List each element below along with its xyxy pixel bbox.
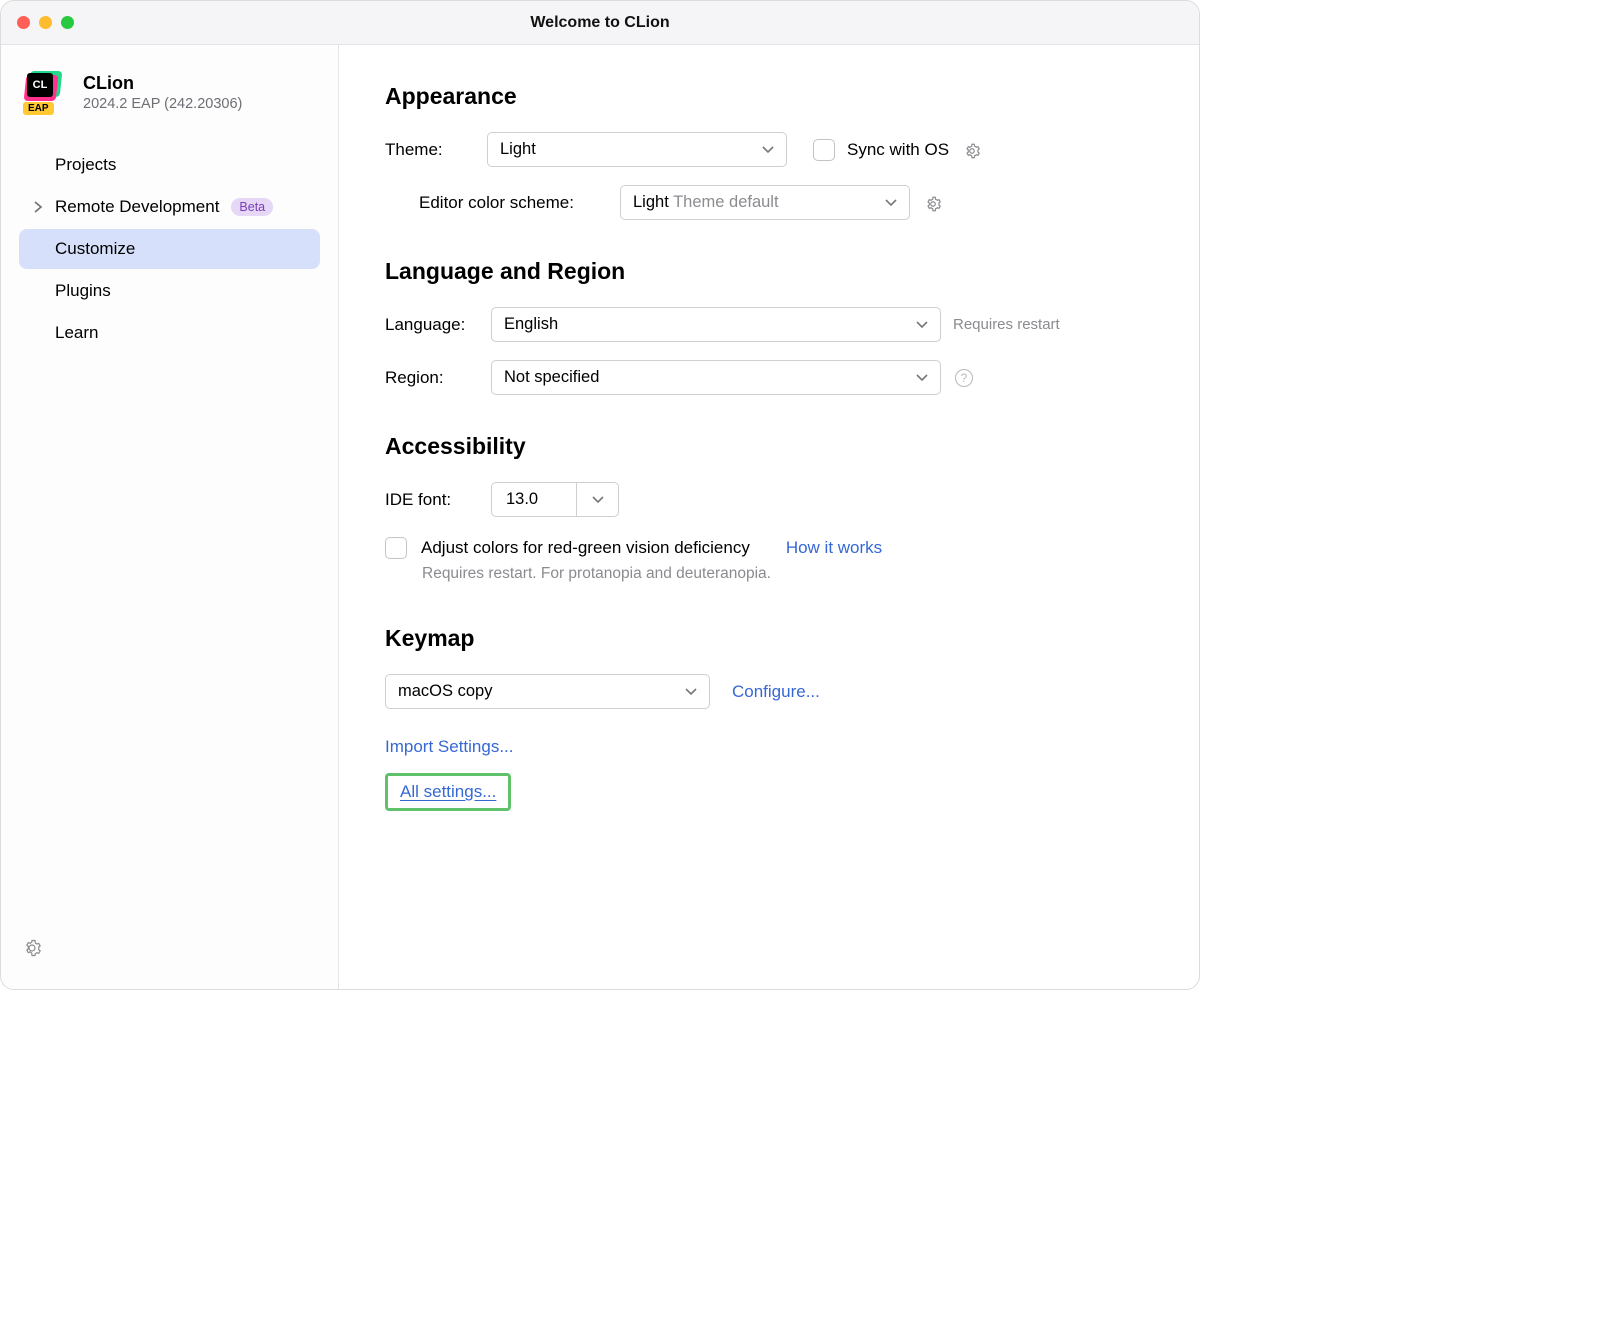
window-title: Welcome to CLion	[530, 14, 669, 32]
minimize-button[interactable]	[39, 16, 52, 29]
close-button[interactable]	[17, 16, 30, 29]
language-value: English	[504, 315, 558, 334]
region-label: Region:	[385, 368, 491, 388]
ide-font-spinner[interactable]: 13.0	[491, 482, 619, 517]
language-heading: Language and Region	[385, 258, 1153, 285]
chevron-down-icon	[685, 688, 697, 696]
keymap-row: macOS copy Configure...	[385, 674, 1153, 709]
theme-select[interactable]: Light	[487, 132, 787, 167]
ide-font-row: IDE font: 13.0	[385, 482, 1153, 517]
chevron-right-icon	[33, 201, 49, 213]
editor-scheme-gear-icon[interactable]	[924, 194, 942, 212]
sidebar: CL EAP CLion 2024.2 EAP (242.20306) Proj…	[1, 45, 339, 989]
welcome-window: Welcome to CLion CL EAP CLion 2024.2 EAP…	[0, 0, 1200, 990]
brand: CL EAP CLion 2024.2 EAP (242.20306)	[1, 69, 338, 133]
language-label: Language:	[385, 315, 491, 335]
sidebar-item-label: Customize	[55, 239, 135, 259]
ide-font-value: 13.0	[492, 483, 576, 516]
theme-value: Light	[500, 140, 536, 159]
keymap-value: macOS copy	[398, 682, 492, 701]
adjust-colors-label: Adjust colors for red-green vision defic…	[421, 538, 750, 558]
theme-label: Theme:	[385, 140, 487, 160]
keymap-select[interactable]: macOS copy	[385, 674, 710, 709]
adjust-colors-note: Requires restart. For protanopia and deu…	[422, 565, 1153, 583]
theme-row: Theme: Light Sync with OS	[385, 132, 1153, 167]
sync-gear-icon[interactable]	[963, 141, 981, 159]
appearance-heading: Appearance	[385, 83, 1153, 110]
help-icon[interactable]: ?	[955, 369, 973, 387]
region-row: Region: Not specified ?	[385, 360, 1153, 395]
editor-scheme-label: Editor color scheme:	[385, 193, 620, 213]
all-settings-link[interactable]: All settings...	[400, 782, 496, 801]
logo-text: CL	[27, 73, 53, 97]
region-select[interactable]: Not specified	[491, 360, 941, 395]
sidebar-item-customize[interactable]: Customize	[19, 229, 320, 269]
clion-logo-icon: CL EAP	[23, 69, 69, 115]
sidebar-item-learn[interactable]: Learn	[19, 313, 320, 353]
keymap-configure-link[interactable]: Configure...	[732, 682, 820, 702]
import-settings-row: Import Settings...	[385, 737, 1153, 757]
sidebar-item-label: Plugins	[55, 281, 111, 301]
zoom-button[interactable]	[61, 16, 74, 29]
app-version: 2024.2 EAP (242.20306)	[83, 96, 242, 112]
ide-font-label: IDE font:	[385, 490, 491, 510]
accessibility-heading: Accessibility	[385, 433, 1153, 460]
editor-scheme-select[interactable]: Light Theme default	[620, 185, 910, 220]
sidebar-item-label: Learn	[55, 323, 98, 343]
sidebar-nav: Projects Remote Development Beta Customi…	[1, 145, 338, 353]
sidebar-item-label: Projects	[55, 155, 116, 175]
sidebar-item-label: Remote Development	[55, 197, 219, 217]
import-settings-link[interactable]: Import Settings...	[385, 737, 514, 756]
region-value: Not specified	[504, 368, 599, 387]
window-body: CL EAP CLion 2024.2 EAP (242.20306) Proj…	[1, 45, 1199, 989]
adjust-colors-checkbox[interactable]	[385, 537, 407, 559]
gear-icon[interactable]	[23, 938, 41, 956]
sidebar-footer	[1, 938, 338, 977]
adjust-colors-row: Adjust colors for red-green vision defic…	[385, 537, 1153, 559]
chevron-down-icon	[916, 374, 928, 382]
language-select[interactable]: English	[491, 307, 941, 342]
window-controls	[17, 16, 74, 29]
sidebar-item-projects[interactable]: Projects	[19, 145, 320, 185]
sidebar-item-plugins[interactable]: Plugins	[19, 271, 320, 311]
brand-text: CLion 2024.2 EAP (242.20306)	[83, 73, 242, 112]
chevron-down-icon	[885, 199, 897, 207]
beta-badge: Beta	[231, 198, 273, 216]
keymap-heading: Keymap	[385, 625, 1153, 652]
ide-font-step-button[interactable]	[576, 483, 618, 516]
main-panel: Appearance Theme: Light Sync with OS	[339, 45, 1199, 989]
how-it-works-link[interactable]: How it works	[786, 538, 882, 558]
language-hint: Requires restart	[953, 316, 1060, 333]
eap-badge: EAP	[23, 102, 54, 115]
all-settings-highlight: All settings...	[385, 773, 511, 811]
sync-with-os-label: Sync with OS	[847, 140, 949, 160]
app-name: CLion	[83, 73, 242, 94]
chevron-down-icon	[916, 321, 928, 329]
language-row: Language: English Requires restart	[385, 307, 1153, 342]
sidebar-item-remote-development[interactable]: Remote Development Beta	[19, 187, 320, 227]
sync-with-os-checkbox[interactable]	[813, 139, 835, 161]
editor-color-scheme-row: Editor color scheme: Light Theme default	[385, 185, 1153, 220]
editor-scheme-value: Light Theme default	[633, 193, 779, 212]
titlebar: Welcome to CLion	[1, 1, 1199, 45]
chevron-down-icon	[762, 146, 774, 154]
